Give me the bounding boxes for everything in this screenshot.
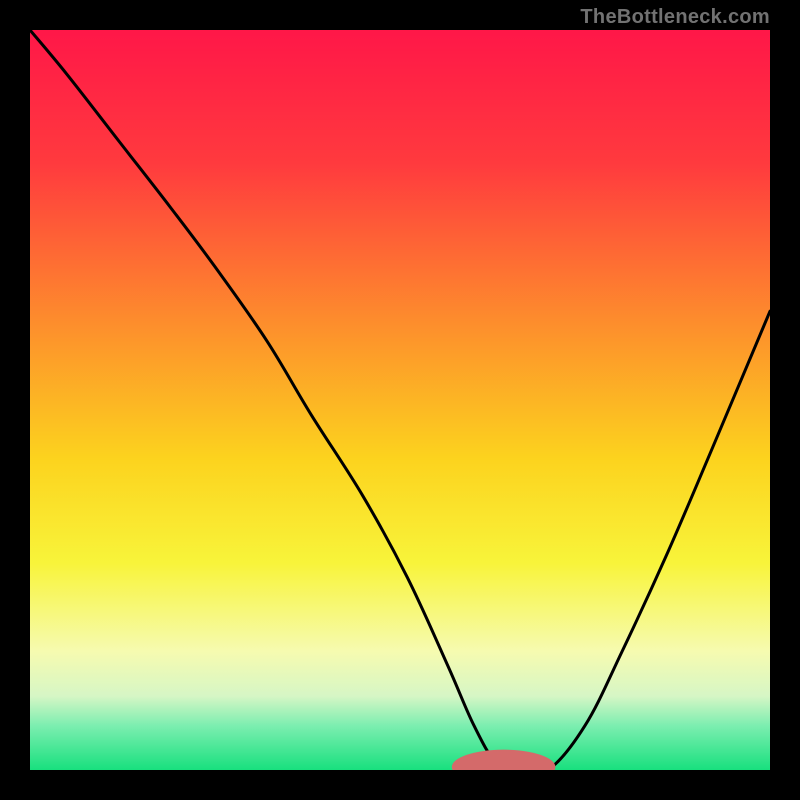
chart-svg (30, 30, 770, 770)
plot-area (30, 30, 770, 770)
watermark-text: TheBottleneck.com (580, 6, 770, 29)
gradient-background (30, 30, 770, 770)
chart-frame: TheBottleneck.com (0, 0, 800, 800)
